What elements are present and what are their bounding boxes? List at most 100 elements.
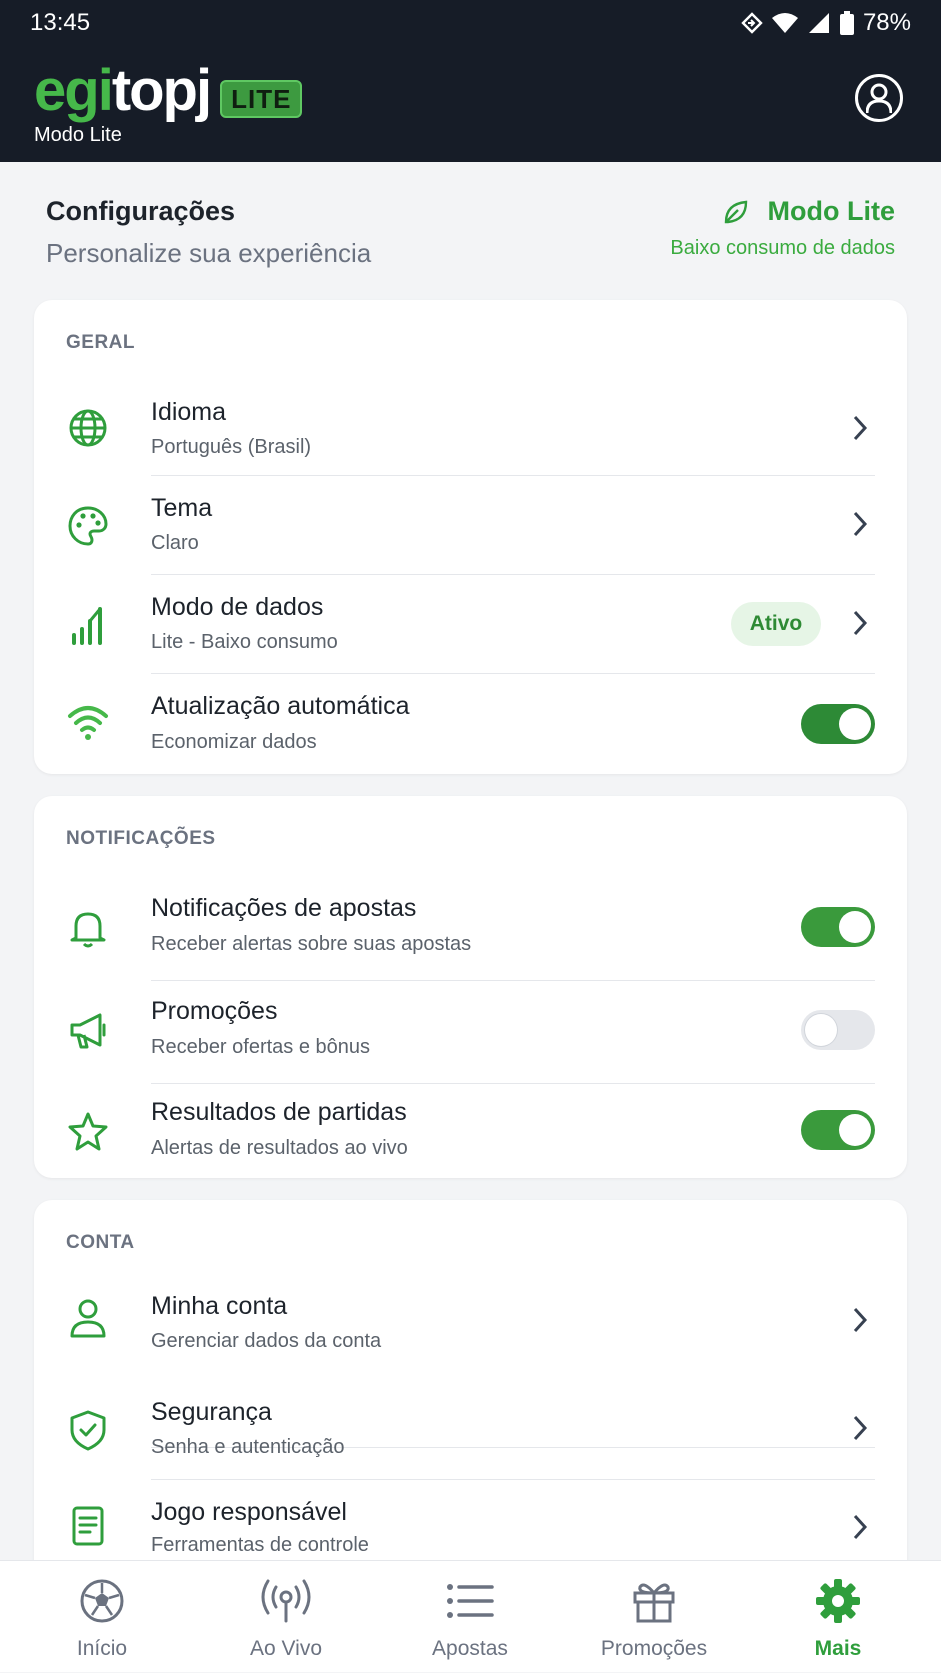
data-saver-icon — [741, 12, 763, 34]
setting-responsible-gaming[interactable]: Jogo responsável Ferramentas de controle — [34, 1480, 907, 1560]
setting-label: Notificações de apostas — [151, 894, 417, 922]
status-time: 13:45 — [30, 9, 91, 36]
setting-theme[interactable]: Tema Claro — [34, 476, 907, 575]
nav-live[interactable]: Ao Vivo — [192, 1561, 380, 1673]
palette-icon — [68, 506, 108, 546]
user-outline-icon — [70, 1299, 106, 1338]
logo-text-topj: topj — [111, 58, 212, 123]
setting-bet-notifications: Notificações de apostas Receber alertas … — [34, 878, 907, 981]
setting-value: Claro — [151, 532, 199, 554]
setting-label: Modo de dados — [151, 593, 324, 621]
nav-label: Início — [76, 1637, 128, 1660]
nav-promotions[interactable]: Promoções — [560, 1561, 748, 1673]
setting-label: Idioma — [151, 398, 227, 426]
chevron-right-icon — [853, 415, 868, 441]
setting-language[interactable]: Idioma Português (Brasil) — [34, 380, 907, 476]
toggle-knob — [839, 911, 871, 943]
setting-my-account[interactable]: Minha conta Gerenciar dados da conta — [34, 1280, 907, 1448]
bell-icon — [70, 912, 106, 948]
megaphone-icon — [70, 1013, 106, 1049]
setting-value: Receber ofertas e bônus — [151, 1036, 371, 1058]
setting-value: Ferramentas de controle — [151, 1534, 369, 1556]
section-title-account: CONTA — [66, 1232, 135, 1253]
notifications-card: NOTIFICAÇÕES Notificações de apostas Rec… — [34, 796, 907, 1178]
app-header: e gi topj LITE Modo Lite — [0, 46, 941, 162]
user-icon — [866, 83, 892, 114]
setting-promotions: Promoções Receber ofertas e bônus — [34, 981, 907, 1084]
logo-text-gi: gi — [64, 58, 114, 123]
promotions-toggle[interactable] — [801, 1010, 875, 1050]
setting-label: Promoções — [151, 997, 278, 1025]
page-header: Configurações Personalize sua experiênci… — [0, 162, 941, 300]
auto-update-toggle[interactable] — [801, 704, 875, 744]
nav-home[interactable]: Início — [8, 1561, 196, 1673]
lite-mode-indicator: Modo Lite Baixo consumo de dados — [670, 196, 895, 260]
nav-label: Ao Vivo — [250, 1637, 322, 1660]
setting-label: Tema — [151, 494, 213, 522]
wifi-icon — [68, 706, 108, 740]
setting-value: Receber alertas sobre suas apostas — [151, 933, 472, 955]
setting-value: Economizar dados — [151, 731, 317, 753]
setting-value: Alertas de resultados ao vivo — [151, 1137, 408, 1159]
status-bar: 13:45 78% — [0, 0, 941, 46]
gear-icon — [816, 1579, 860, 1623]
battery-level: 78% — [862, 9, 911, 36]
setting-label: Segurança — [151, 1398, 272, 1426]
page-subtitle: Personalize sua experiência — [46, 238, 372, 268]
globe-icon — [69, 409, 107, 447]
setting-value: Português (Brasil) — [151, 436, 312, 458]
setting-data-mode[interactable]: Modo de dados Lite - Baixo consumo Ativo — [34, 575, 907, 674]
lite-badge: LITE — [220, 80, 303, 118]
shield-check-icon — [70, 1410, 106, 1451]
wifi-status-icon — [771, 13, 798, 33]
soccer-ball-icon — [80, 1579, 124, 1623]
match-results-toggle[interactable] — [801, 1110, 875, 1150]
status-icons: 78% — [741, 9, 911, 37]
setting-value: Gerenciar dados da conta — [151, 1330, 382, 1352]
nav-more[interactable]: Mais — [744, 1561, 932, 1673]
broadcast-icon — [261, 1579, 311, 1623]
nav-label: Apostas — [432, 1637, 508, 1660]
star-icon — [68, 1112, 108, 1151]
page-title: Configurações — [46, 196, 236, 226]
nav-bets[interactable]: Apostas — [376, 1561, 564, 1673]
chevron-right-icon — [853, 1514, 868, 1540]
setting-label: Resultados de partidas — [151, 1098, 407, 1126]
chevron-right-icon — [853, 1415, 868, 1441]
nav-label: Promoções — [600, 1637, 708, 1660]
document-icon — [72, 1506, 104, 1546]
chevron-right-icon — [853, 511, 868, 537]
status-badge: Ativo — [731, 602, 821, 646]
header-subtitle: Modo Lite — [34, 124, 122, 146]
section-title-notifications: NOTIFICAÇÕES — [66, 828, 216, 849]
profile-button[interactable] — [855, 74, 903, 122]
leaf-icon — [724, 200, 747, 223]
setting-security-row[interactable]: Segurança Senha e autenticação — [34, 1380, 907, 1480]
toggle-knob — [805, 1014, 837, 1046]
setting-value: Senha e autenticação — [151, 1436, 345, 1458]
setting-label: Jogo responsável — [151, 1498, 347, 1526]
setting-label: Minha conta — [151, 1292, 288, 1320]
signal-icon — [808, 13, 829, 33]
lite-mode-title: Modo Lite — [767, 196, 895, 226]
bottom-nav: Início Ao Vivo Apostas Promoções Mais — [0, 1560, 941, 1672]
setting-auto-update: Atualização automática Economizar dados — [34, 674, 907, 774]
list-icon — [447, 1584, 494, 1618]
logo[interactable]: e gi topj LITE — [34, 58, 303, 123]
battery-icon — [839, 11, 854, 35]
signal-bars-icon — [72, 607, 102, 645]
section-title-general: GERAL — [66, 332, 135, 353]
toggle-knob — [839, 1114, 871, 1146]
toggle-knob — [839, 708, 871, 740]
setting-match-results: Resultados de partidas Alertas de result… — [34, 1084, 907, 1178]
setting-label: Atualização automática — [151, 692, 410, 720]
lite-mode-subtitle: Baixo consumo de dados — [670, 237, 895, 259]
general-card: GERAL Idioma Português (Brasil) Tema Cla… — [34, 300, 907, 774]
setting-value: Lite - Baixo consumo — [151, 631, 338, 653]
chevron-right-icon — [853, 1307, 868, 1333]
chevron-right-icon — [853, 610, 868, 636]
gift-icon — [633, 1583, 675, 1623]
logo-text-e: e — [34, 58, 66, 123]
nav-label: Mais — [814, 1637, 862, 1660]
bet-notifications-toggle[interactable] — [801, 907, 875, 947]
